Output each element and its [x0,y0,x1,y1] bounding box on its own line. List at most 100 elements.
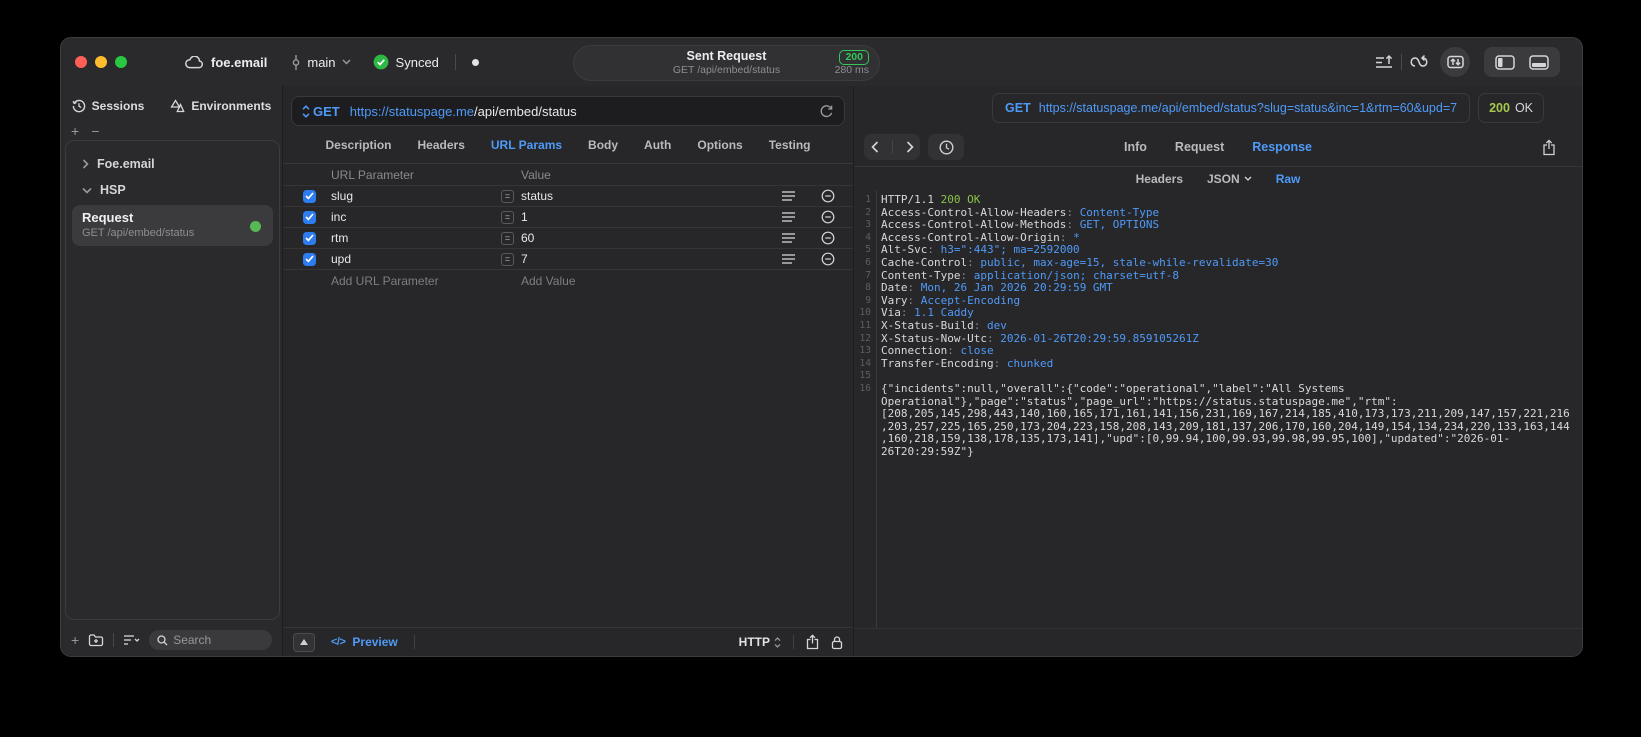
code-token: Mon, 26 Jan 2026 20:29:59 GMT [920,281,1113,295]
response-tab-info[interactable]: Info [1124,140,1147,154]
param-name-input[interactable]: rtm [331,231,501,245]
new-request-icon[interactable]: + [71,632,79,648]
remove-param-icon[interactable] [821,252,835,266]
response-subtab-json[interactable]: JSON [1207,172,1252,186]
tab-sessions-label: Sessions [91,99,145,113]
param-checkbox[interactable] [303,210,316,224]
footer-separator [113,633,115,647]
equals-icon: = [501,210,514,224]
response-tab-response[interactable]: Response [1252,140,1312,154]
response-tab-request[interactable]: Request [1175,140,1224,154]
protocol-selector[interactable]: HTTP [739,635,781,649]
new-folder-icon[interactable] [88,633,104,647]
remove-icon[interactable]: − [91,124,99,138]
row-menu-icon[interactable] [782,212,795,222]
row-menu-icon[interactable] [782,233,795,243]
loop-icon[interactable] [1409,54,1429,70]
share-icon[interactable] [806,634,819,650]
resend-icon[interactable] [819,104,834,119]
project-menu[interactable]: foe.email [185,55,267,70]
tab-sessions[interactable]: Sessions [72,99,145,113]
code-token: Content-Type [1079,205,1160,219]
tree-item-hsp[interactable]: HSP [66,177,279,203]
param-checkbox[interactable] [303,252,316,266]
response-raw-view[interactable]: 1 HTTP/1.1 200 OK 2 Access-Control-Allow-He… [854,190,1582,628]
request-tab-headers[interactable]: Headers [418,138,465,152]
preview-label: Preview [352,635,398,649]
code-token: : [960,268,974,282]
remove-param-icon[interactable] [821,231,835,245]
line-number: 2 [865,206,871,218]
response-subtab-raw[interactable]: Raw [1276,172,1301,186]
updown-chevrons-icon [774,636,781,648]
param-row: inc = 1 [283,207,853,228]
remove-param-icon[interactable] [821,189,835,203]
back-icon[interactable] [870,141,879,153]
param-value-input[interactable]: status [521,189,553,203]
history-button[interactable] [928,134,964,160]
search-input[interactable]: Search [149,630,272,650]
response-pane-footer [854,628,1582,656]
line-number: 4 [865,231,871,243]
request-pane-footer: </> Preview HTTP [283,627,853,656]
zoom-button[interactable] [115,56,127,68]
row-menu-icon[interactable] [782,254,795,264]
request-tab-options[interactable]: Options [697,138,742,152]
forward-icon[interactable] [906,141,914,153]
sidebar-request-item[interactable]: Request GET /api/embed/status [72,205,273,246]
request-footer-right: HTTP [739,634,843,650]
sort-filter-icon[interactable] [123,634,140,646]
url-bar[interactable]: GET https://statuspage.me/api/embed/stat… [291,96,845,126]
param-name-input[interactable]: upd [331,252,501,266]
request-tab-auth[interactable]: Auth [644,138,671,152]
request-tab-description[interactable]: Description [326,138,392,152]
response-navbar: Info Request Response [854,128,1582,167]
history-clock-icon [72,99,86,113]
request-tab-url-params[interactable]: URL Params [491,138,562,152]
add-value[interactable]: Add Value [521,274,576,288]
param-name-input[interactable]: slug [331,189,501,203]
response-subtab-label: JSON [1207,171,1240,186]
collapse-panel-button[interactable] [293,632,315,652]
branch-selector[interactable]: main [291,54,351,70]
param-value-input[interactable]: 1 [521,210,528,224]
send-queue-icon[interactable] [1375,54,1394,70]
toggle-bottom-panel-icon[interactable] [1529,54,1549,70]
response-subtab-headers[interactable]: Headers [1136,172,1183,186]
param-row: upd = 7 [283,249,853,270]
param-name-input[interactable]: inc [331,210,501,224]
add-url-parameter[interactable]: Add URL Parameter [331,274,521,288]
request-status-pill[interactable]: Sent Request GET /api/embed/status 200 2… [573,45,880,81]
param-checkbox[interactable] [303,231,316,245]
url-input[interactable]: https://statuspage.me/api/embed/status [350,104,577,119]
preview-button[interactable]: </> Preview [331,635,398,649]
code-token: Access-Control-Allow-Headers [881,205,1067,219]
toggle-sidebar-icon[interactable] [1495,54,1515,70]
export-response-icon[interactable] [1542,138,1556,156]
code-token: : [1066,218,1080,232]
remove-param-icon[interactable] [821,210,835,224]
request-tab-body[interactable]: Body [588,138,618,152]
row-menu-icon[interactable] [782,191,795,201]
request-tab-testing[interactable]: Testing [769,138,811,152]
code-token: Alt-Svc [881,243,928,257]
column-url-parameter: URL Parameter [331,167,414,182]
branch-name: main [307,54,336,70]
add-icon[interactable]: + [71,124,79,138]
method-selector[interactable]: GET [302,104,340,119]
tab-environments[interactable]: Environments [170,99,271,113]
transfer-icon-button[interactable] [1440,47,1470,77]
param-checkbox[interactable] [303,189,316,203]
chevron-down-icon [82,187,92,194]
tree-item-foe-email[interactable]: Foe.email [66,151,279,177]
close-button[interactable] [75,56,87,68]
sent-request-url-box[interactable]: GET https://statuspage.me/api/embed/stat… [992,93,1471,123]
minimize-button[interactable] [95,56,107,68]
param-value-input[interactable]: 7 [521,252,528,266]
request-tab-label: Auth [644,137,672,152]
code-token: : [973,318,987,332]
code-line: 16 {"incidents":null,"overall":{"code":"o… [854,382,1582,459]
param-value-input[interactable]: 60 [521,231,534,245]
response-tab-label: Response [1252,140,1312,154]
lock-icon[interactable] [831,635,843,650]
